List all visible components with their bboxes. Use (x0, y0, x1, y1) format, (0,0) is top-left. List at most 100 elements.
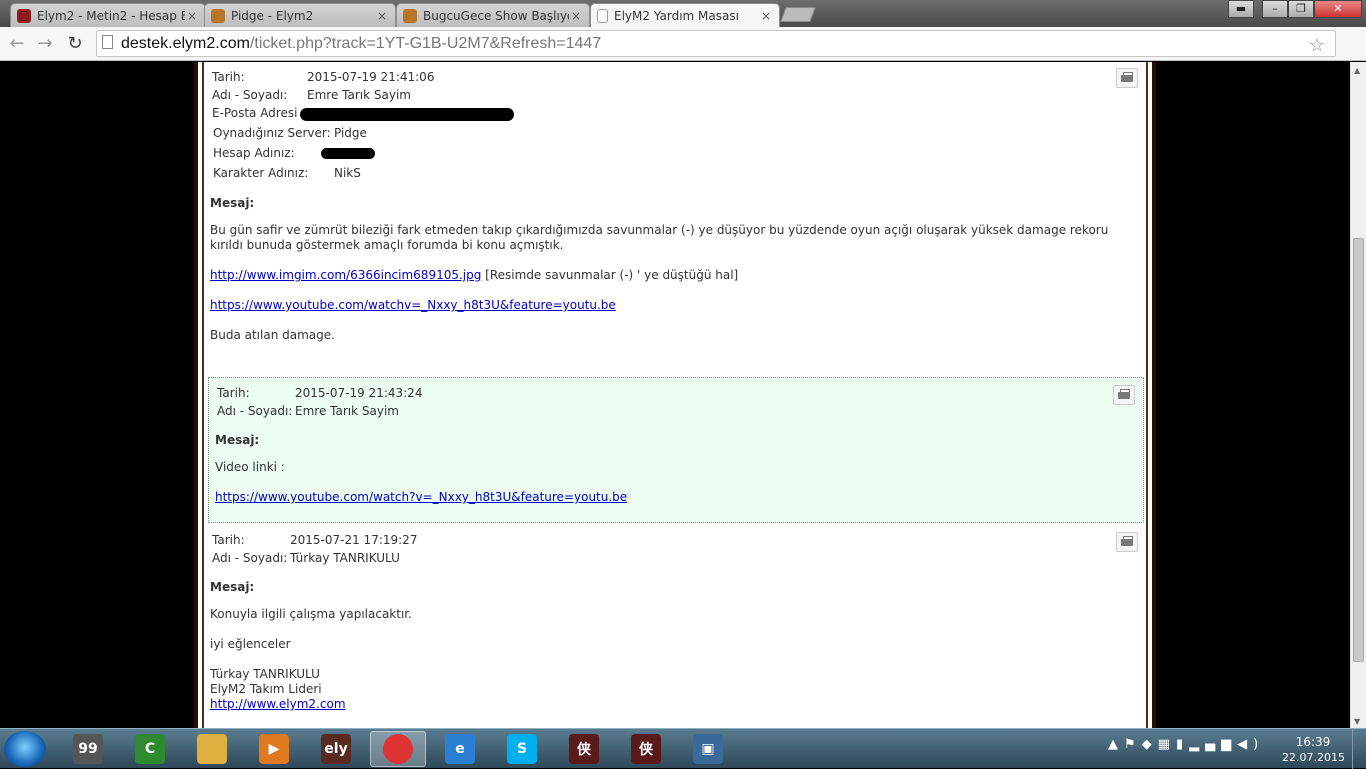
page-scrollbar[interactable]: ▲ ▼ (1350, 62, 1366, 728)
tab-title: BugcuGece Show Başlıyor (423, 8, 569, 23)
page-info-icon[interactable] (102, 35, 113, 49)
bookmark-star-icon[interactable]: ☆ (1309, 33, 1325, 58)
taskbar-media-player[interactable]: ▶ (246, 731, 302, 767)
security-icon[interactable]: ◆ (1142, 737, 1158, 752)
date-label: Tarih: (212, 70, 245, 84)
taskbar-explorer[interactable] (184, 731, 240, 767)
flag-icon[interactable]: ⚑ (1124, 737, 1142, 752)
page-favicon-icon (597, 9, 608, 23)
metin2-client-2-icon: 侠 (631, 734, 661, 764)
tab-title: ElyM2 Yardım Masası (614, 9, 739, 23)
youtube-link[interactable]: https://www.youtube.com/watch?v=_Nxxy_h8… (215, 490, 627, 504)
account-redaction (321, 148, 375, 159)
elym2-launcher-icon: ely (321, 734, 351, 764)
back-button[interactable]: ← (6, 33, 28, 55)
maximize-button[interactable]: ❐ (1288, 0, 1314, 18)
date-label: Tarih: (212, 533, 245, 547)
message-label: Mesaj: (210, 196, 255, 210)
tab-title: Pidge - Elym2 (231, 8, 314, 23)
user-profile-button[interactable]: ▬ (1228, 0, 1254, 18)
browser-tab-strip: Elym2 - Metin2 - Hesap Bi × Pidge - Elym… (0, 0, 1366, 28)
taskbar-elym2-launcher[interactable]: ely (308, 731, 364, 767)
bugcugece-favicon-icon (403, 8, 417, 23)
print-icon[interactable] (1113, 385, 1135, 405)
message-label: Mesaj: (215, 433, 260, 447)
minimize-button[interactable]: – (1262, 0, 1288, 18)
message-body: Video linki : (215, 460, 285, 474)
profile-icon: ▬ (1235, 2, 1247, 15)
taskbar-image-viewer[interactable]: ▣ (680, 731, 736, 767)
taskbar-metin2-client-2[interactable]: 侠 (618, 731, 674, 767)
close-icon: ✕ (1333, 2, 1343, 15)
ticket-reply-customer: Tarih: 2015-07-19 21:43:24 Adı - Soyadı:… (208, 377, 1144, 523)
network-icon[interactable]: ▮ (1176, 737, 1189, 752)
ticket-reply-staff: Tarih: 2015-07-21 17:19:27 Adı - Soyadı:… (210, 526, 1146, 728)
new-tab-button[interactable] (780, 7, 816, 22)
signature-name: Türkay TANRIKULU (210, 667, 320, 681)
url-host: destek.elym2.com (121, 35, 250, 52)
taskbar-speedfan[interactable]: 99 (60, 731, 116, 767)
message-footer: Buda atılan damage. (210, 328, 335, 342)
image-link-note: [Resimde savunmalar (-) ' ye düştüğü hal… (481, 268, 739, 282)
close-window-button[interactable]: ✕ (1314, 0, 1362, 18)
volume-icon[interactable]: ◀) (1237, 737, 1264, 752)
clock-time: 16:39 (1295, 735, 1331, 749)
minimize-icon: – (1272, 2, 1278, 15)
reload-button[interactable]: ↻ (64, 33, 86, 55)
page-viewport: Tarih: 2015-07-19 21:41:06 Adı - Soyadı:… (0, 62, 1350, 728)
camtasia-icon: C (135, 734, 165, 764)
tab-title: Elym2 - Metin2 - Hesap Bi (37, 8, 185, 23)
close-tab-icon[interactable]: × (759, 9, 773, 23)
youtube-link[interactable]: https://www.youtube.com/watchv=_Nxxy_h8t… (210, 298, 616, 312)
signal-icon[interactable]: ▂▄▆ (1189, 737, 1237, 752)
character-label: Karakter Adınız: (213, 166, 309, 180)
email-redaction (300, 108, 514, 121)
restore-icon: ❐ (1296, 2, 1306, 15)
website-link[interactable]: http://www.elym2.com (210, 697, 346, 711)
image-link[interactable]: http://www.imgim.com/6366incim689105.jpg (210, 268, 481, 282)
print-icon[interactable] (1116, 532, 1138, 552)
taskbar-internet-explorer[interactable]: e (432, 731, 488, 767)
show-desktop-button[interactable] (1352, 729, 1366, 769)
address-bar[interactable]: destek.elym2.com/ticket.php?track=1YT-G1… (96, 30, 1336, 57)
tab-yardim-masasi[interactable]: ElyM2 Yardım Masası × (590, 3, 780, 28)
show-hidden-icons-icon[interactable]: ▲ (1108, 737, 1124, 752)
tab-bugcugece[interactable]: BugcuGece Show Başlıyor × (396, 3, 590, 27)
signature-title: ElyM2 Takım Lideri (210, 682, 322, 696)
skype-icon: S (507, 734, 537, 764)
taskbar-chrome[interactable] (370, 731, 426, 767)
media-player-icon: ▶ (259, 734, 289, 764)
forward-arrow-icon: → (37, 33, 53, 54)
windows-icon[interactable]: ▦ (1158, 737, 1176, 752)
taskbar-metin2-client-1[interactable]: 侠 (556, 731, 612, 767)
taskbar-skype[interactable]: S (494, 731, 550, 767)
internet-explorer-icon: e (445, 734, 475, 764)
tab-elym2-account[interactable]: Elym2 - Metin2 - Hesap Bi × (10, 3, 206, 27)
ticket-page: Tarih: 2015-07-19 21:41:06 Adı - Soyadı:… (194, 62, 1156, 728)
email-label: E-Posta Adresi (212, 106, 298, 120)
clock-date: 22.07.2015 (1282, 751, 1345, 764)
clock[interactable]: 16:39 22.07.2015 (1282, 734, 1345, 766)
message-body: Bu gün safir ve zümrüt bileziği fark etm… (210, 223, 1109, 252)
scroll-up-arrow-icon[interactable]: ▲ (1354, 66, 1360, 75)
date-value: 2015-07-19 21:41:06 (307, 70, 435, 84)
name-value: Emre Tarık Sayim (295, 404, 399, 418)
close-tab-icon[interactable]: × (185, 9, 199, 23)
taskbar-camtasia[interactable]: C (122, 731, 178, 767)
name-value: Türkay TANRIKULU (290, 551, 400, 565)
chrome-icon (383, 734, 413, 764)
forward-button[interactable]: → (34, 33, 56, 55)
close-tab-icon[interactable]: × (569, 9, 583, 23)
scroll-down-arrow-icon[interactable]: ▼ (1354, 717, 1360, 726)
message-body: Konuyla ilgili çalışma yapılacaktır. (210, 607, 412, 621)
print-icon[interactable] (1116, 68, 1138, 88)
start-button[interactable] (4, 731, 46, 767)
speedfan-icon: 99 (73, 734, 103, 764)
close-tab-icon[interactable]: × (375, 9, 389, 23)
account-label: Hesap Adınız: (213, 146, 295, 160)
system-tray[interactable]: ▲⚑◆▦▮▂▄▆◀) (1108, 737, 1264, 752)
name-label: Adı - Soyadı: (212, 551, 288, 565)
scrollbar-thumb[interactable] (1353, 238, 1364, 662)
image-viewer-icon: ▣ (693, 734, 723, 764)
tab-pidge[interactable]: Pidge - Elym2 × (204, 3, 396, 27)
